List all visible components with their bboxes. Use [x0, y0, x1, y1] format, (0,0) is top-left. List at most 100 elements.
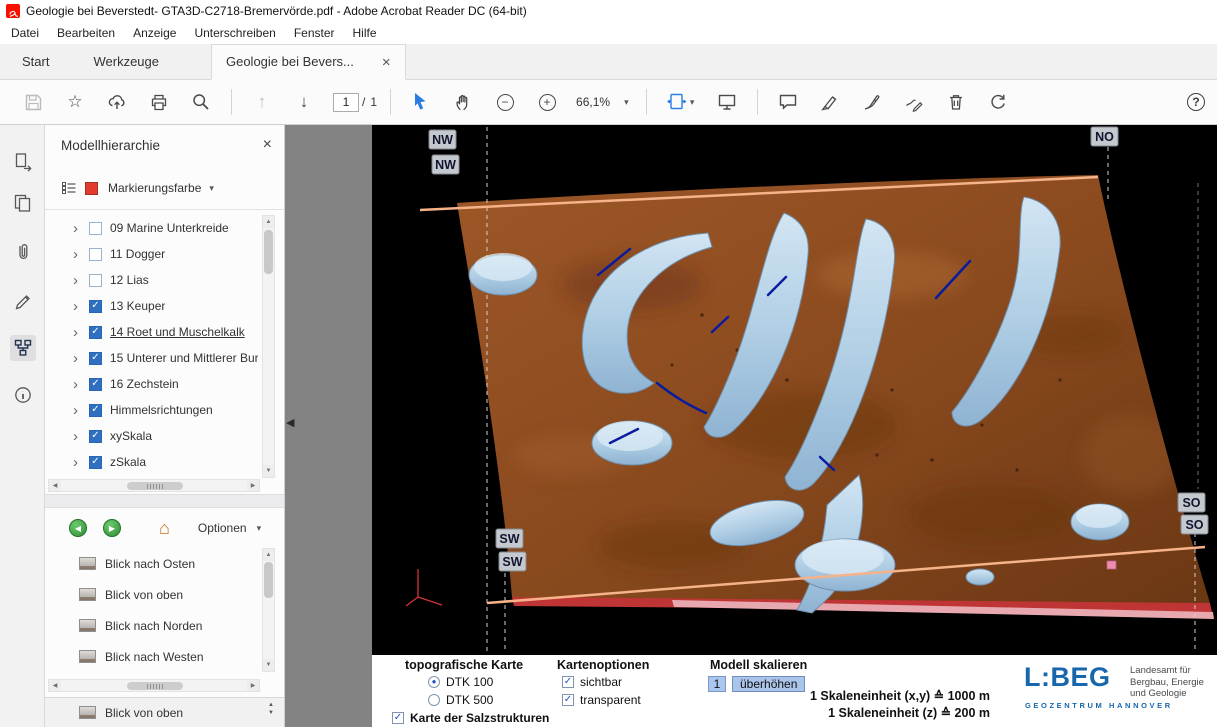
radio-icon[interactable]: [428, 694, 440, 706]
model-tree-icon[interactable]: [10, 335, 36, 361]
layer-checkbox[interactable]: ✓: [89, 456, 102, 469]
print-icon[interactable]: [144, 87, 174, 117]
layer-label[interactable]: 12 Lias: [110, 273, 149, 287]
layer-label[interactable]: 13 Keuper: [110, 299, 165, 313]
menu-anzeige[interactable]: Anzeige: [124, 26, 185, 40]
view-item-osten[interactable]: Blick nach Osten: [45, 548, 258, 579]
scrollbar-thumb[interactable]: [127, 482, 183, 490]
attachments-paperclip-icon[interactable]: [10, 239, 36, 265]
layer-checkbox[interactable]: ✓: [89, 352, 102, 365]
tree-item-keuper[interactable]: ›✓13 Keuper: [45, 293, 258, 319]
default-view-home-icon[interactable]: ⌂: [159, 519, 170, 537]
view-item-oben[interactable]: Blick von oben: [45, 579, 258, 610]
expand-chevron-icon[interactable]: ›: [73, 429, 89, 444]
collapsed-view-label[interactable]: Blick von oben: [105, 706, 183, 720]
expand-chevron-icon[interactable]: ›: [73, 455, 89, 470]
tree-vertical-scrollbar[interactable]: ▲ ▼: [262, 215, 275, 478]
tree-item-zskala[interactable]: ›✓ zSkala: [45, 449, 258, 475]
scale-value-input[interactable]: 1: [708, 676, 726, 692]
layer-label[interactable]: 16 Zechstein: [110, 377, 179, 391]
expand-chevron-icon[interactable]: ›: [73, 351, 89, 366]
layer-label[interactable]: 15 Unterer und Mittlerer Bur: [110, 351, 258, 365]
hand-tool-icon[interactable]: [448, 87, 478, 117]
measure-info-icon[interactable]: [10, 382, 36, 408]
layer-label[interactable]: 11 Dogger: [110, 247, 165, 261]
cloud-upload-icon[interactable]: [102, 87, 132, 117]
checkbox-icon[interactable]: ✓: [562, 676, 574, 688]
layer-label[interactable]: 14 Roet und Muschelkalk: [110, 325, 245, 339]
highlighter-icon[interactable]: [815, 87, 845, 117]
layer-label[interactable]: 09 Marine Unterkreide: [110, 221, 229, 235]
layer-checkbox[interactable]: [89, 222, 102, 235]
sign-pen-icon[interactable]: [857, 87, 887, 117]
transparent-checkbox[interactable]: ✓ transparent: [562, 693, 641, 707]
marker-color-label[interactable]: Markierungsfarbe: [108, 181, 201, 195]
menu-hilfe[interactable]: Hilfe: [344, 26, 386, 40]
radio-icon[interactable]: ●: [428, 676, 440, 688]
visible-checkbox[interactable]: ✓ sichtbar: [562, 675, 622, 689]
layer-checkbox[interactable]: ✓: [89, 300, 102, 313]
tree-item-xyskala[interactable]: ›✓xySkala: [45, 423, 258, 449]
scroll-right-icon[interactable]: ▶: [247, 480, 259, 491]
chevron-down-icon[interactable]: ▾: [257, 523, 262, 534]
tree-item-zechstein[interactable]: ›✓16 Zechstein: [45, 371, 258, 397]
previous-view-button[interactable]: ◀: [69, 519, 87, 537]
scroll-left-icon[interactable]: ◀: [49, 680, 61, 691]
scroll-left-icon[interactable]: ◀: [49, 480, 61, 491]
menu-unterschreiben[interactable]: Unterschreiben: [185, 26, 284, 40]
options-dropdown[interactable]: Optionen: [198, 521, 247, 535]
tree-item-roet-muschelkalk[interactable]: ›✓ 14 Roet und Muschelkalk: [45, 319, 258, 345]
model-3d-view[interactable]: NW NW NO SW SW SO SO: [372, 125, 1217, 655]
layer-label[interactable]: Himmelsrichtungen: [110, 403, 213, 417]
scroll-down-icon[interactable]: ▼: [263, 465, 274, 477]
marker-color-swatch[interactable]: [85, 182, 98, 195]
expand-chevron-icon[interactable]: ›: [73, 247, 89, 262]
page-thumbnails-icon[interactable]: [10, 190, 36, 216]
tree-item-marine-unterkreide[interactable]: ›09 Marine Unterkreide: [45, 215, 258, 241]
views-vertical-scrollbar[interactable]: ▲ ▼: [262, 548, 275, 672]
scrollbar-thumb[interactable]: [127, 682, 183, 690]
scrollbar-thumb[interactable]: [264, 230, 273, 274]
tree-item-lias[interactable]: ›12 Lias: [45, 267, 258, 293]
chevron-down-icon[interactable]: ▾: [209, 183, 214, 194]
panel-collapse-icon[interactable]: ◀: [286, 416, 294, 429]
menu-bearbeiten[interactable]: Bearbeiten: [48, 26, 124, 40]
tree-item-himmelsrichtungen[interactable]: ›✓Himmelsrichtungen: [45, 397, 258, 423]
next-page-icon[interactable]: ↓: [289, 87, 319, 117]
zoom-level-dropdown[interactable]: 66,1% ▾: [576, 95, 629, 109]
layer-checkbox[interactable]: [89, 248, 102, 261]
views-horizontal-scrollbar[interactable]: ◀ ▶: [48, 679, 260, 692]
fill-sign-icon[interactable]: [899, 87, 929, 117]
scroll-right-icon[interactable]: ▶: [247, 680, 259, 691]
tab-werkzeuge[interactable]: Werkzeuge: [71, 44, 181, 79]
salt-map-checkbox[interactable]: ✓ Karte der Salzstrukturen: [392, 711, 549, 725]
help-icon[interactable]: ?: [1187, 93, 1205, 111]
rotate-pages-icon[interactable]: [983, 87, 1013, 117]
pane-resize-arrows[interactable]: ▲▼: [268, 702, 274, 716]
arrow-up-icon[interactable]: ▲: [268, 702, 274, 708]
zoom-out-icon[interactable]: −: [490, 87, 520, 117]
expand-chevron-icon[interactable]: ›: [73, 403, 89, 418]
scroll-up-icon[interactable]: ▲: [263, 216, 274, 228]
tree-options-icon[interactable]: [61, 180, 77, 196]
tree-item-buntsandstein[interactable]: ›✓ 15 Unterer und Mittlerer Bur: [45, 345, 258, 371]
reading-mode-icon[interactable]: [712, 87, 742, 117]
scroll-up-icon[interactable]: ▲: [263, 549, 274, 561]
layer-label[interactable]: xySkala: [110, 429, 152, 443]
layer-label[interactable]: zSkala: [110, 455, 146, 469]
page-number-input[interactable]: 1: [333, 93, 359, 112]
arrow-down-icon[interactable]: ▼: [268, 710, 274, 716]
layer-checkbox[interactable]: ✓: [89, 326, 102, 339]
next-view-button[interactable]: ▶: [103, 519, 121, 537]
tab-close-icon[interactable]: ×: [382, 55, 391, 70]
collapsed-view-row[interactable]: Blick von oben ▲▼: [45, 697, 284, 727]
expand-chevron-icon[interactable]: ›: [73, 325, 89, 340]
comment-icon[interactable]: [773, 87, 803, 117]
fit-page-dropdown[interactable]: ▾: [662, 87, 700, 117]
view-item-westen[interactable]: Blick nach Westen: [45, 641, 258, 672]
save-icon[interactable]: [18, 87, 48, 117]
expand-chevron-icon[interactable]: ›: [73, 377, 89, 392]
checkbox-icon[interactable]: ✓: [392, 712, 404, 724]
view-item-norden[interactable]: Blick nach Norden: [45, 610, 258, 641]
select-tool-icon[interactable]: [406, 87, 436, 117]
